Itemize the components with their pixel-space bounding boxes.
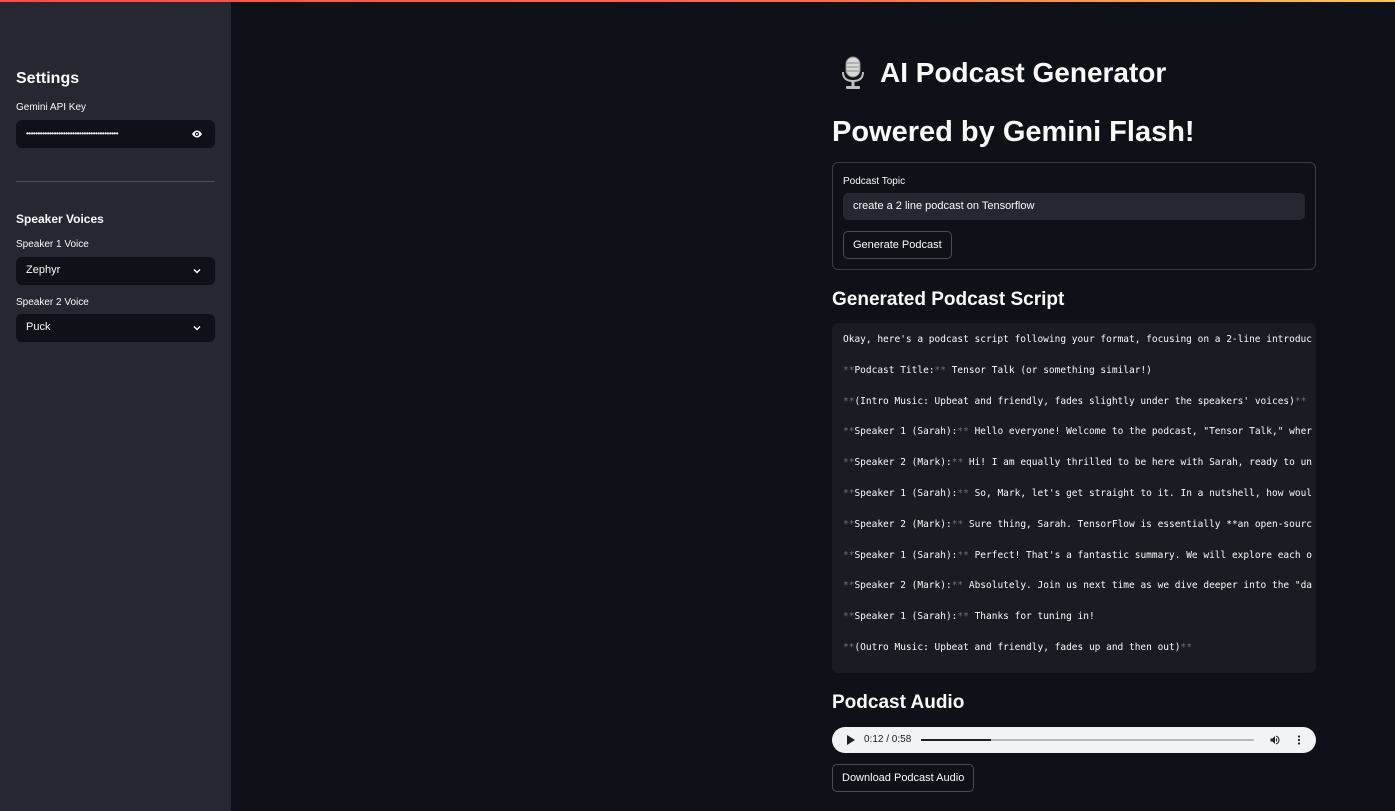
script-line-text: Hello everyone! Welcome to the podcast, … [968,426,1313,438]
audio-heading: Podcast Audio [832,692,965,713]
microphone-icon [842,56,864,89]
speaker2-voice-select[interactable]: Puck [16,314,215,342]
podcast-form: Podcast Topic create a 2 line podcast on… [832,162,1316,270]
markdown-marker: ** [843,364,855,376]
markdown-marker: ** [951,580,964,592]
script-line-bold: Speaker 1 (Sarah): [854,426,958,438]
chevron-down-icon [193,268,201,274]
script-line-bold: Speaker 1 (Sarah): [854,549,958,561]
markdown-marker: ** [843,580,855,592]
speaker2-voice-label: Speaker 2 Voice [16,297,89,308]
markdown-marker: ** [843,518,855,530]
script-line-bold: Speaker 1 (Sarah): [854,611,958,623]
play-icon[interactable] [846,735,856,745]
markdown-marker: ** [843,426,855,438]
api-key-input[interactable]: •••••••••••••••••••••••••••••••••••••••• [16,120,215,148]
audio-player[interactable]: 0:12 / 0:58 [832,727,1316,753]
script-line: Okay, here's a podcast script following … [843,334,1312,345]
script-line-text: Okay, here's a podcast script following … [843,334,1312,345]
markdown-marker: ** [934,364,946,376]
script-line-text: Perfect! That's a fantastic summary. We … [968,549,1313,561]
script-line-bold: Speaker 1 (Sarah): [854,488,958,499]
script-code-block: Okay, here's a podcast script following … [832,323,1316,673]
speaker1-voice-select[interactable]: Zephyr [16,257,215,285]
script-line-bold: Speaker 2 (Mark): [854,518,952,530]
api-key-value: •••••••••••••••••••••••••••••••••••••••• [26,129,119,138]
markdown-marker: ** [843,395,855,407]
script-heading: Generated Podcast Script [832,289,1065,310]
script-line: **Speaker 1 (Sarah):** Perfect! That's a… [843,550,1312,561]
page-subtitle: Powered by Gemini Flash! [832,116,1195,148]
podcast-topic-value: create a 2 line podcast on Tensorflow [853,200,1035,212]
podcast-topic-input[interactable]: create a 2 line podcast on Tensorflow [843,193,1305,220]
script-line-bold: Podcast Title: [854,364,935,376]
script-line-bold: (Outro Music: Upbeat and friendly, fades… [854,642,1181,653]
markdown-marker: ** [1180,642,1192,653]
speaker2-voice-value: Puck [26,321,51,333]
markdown-marker: ** [843,457,855,469]
script-line-text: Hi! I am equally thrilled to be here wit… [963,457,1313,469]
markdown-marker: ** [843,549,855,561]
sidebar-divider [16,181,215,182]
markdown-marker: ** [843,488,855,499]
audio-seek-bar[interactable] [921,739,1254,741]
markdown-marker: ** [957,611,969,623]
podcast-topic-label: Podcast Topic [843,176,906,187]
markdown-marker: ** [951,518,964,530]
eye-icon[interactable] [191,128,203,140]
script-line-text: Sure thing, Sarah. TensorFlow is essenti… [963,518,1313,530]
markdown-marker: ** [957,549,969,561]
markdown-marker: ** [843,611,855,623]
script-line-bold: Speaker 2 (Mark): [854,457,952,469]
markdown-marker: ** [951,457,964,469]
markdown-marker: ** [957,488,969,499]
script-line: **(Intro Music: Upbeat and friendly, fad… [843,396,1306,407]
speaker1-voice-label: Speaker 1 Voice [16,239,89,250]
speaker1-voice-value: Zephyr [26,264,61,276]
script-line: **Speaker 1 (Sarah):** Hello everyone! W… [843,426,1312,437]
markdown-marker: ** [843,642,855,653]
audio-progress-fill [921,739,991,741]
api-key-label: Gemini API Key [16,102,87,113]
script-line-text: Absolutely. Join us next time as we dive… [963,580,1313,592]
script-line: **Podcast Title:** Tensor Talk (or somet… [843,365,1152,376]
more-vert-icon[interactable] [1293,734,1305,746]
volume-icon[interactable] [1269,734,1281,746]
settings-heading: Settings [16,70,80,87]
script-line: **Speaker 2 (Mark):** Sure thing, Sarah.… [843,519,1312,530]
script-line-bold: (Intro Music: Upbeat and friendly, fades… [854,395,1295,407]
sidebar: Settings Gemini API Key ••••••••••••••••… [0,2,231,811]
page-title: AI Podcast Generator [880,57,1167,88]
script-line: **Speaker 1 (Sarah):** Thanks for tuning… [843,611,1095,622]
speaker-voices-heading: Speaker Voices [16,212,104,226]
script-line-text: Thanks for tuning in! [968,611,1095,623]
script-line-bold: Speaker 2 (Mark): [854,580,952,592]
markdown-marker: ** [957,426,969,438]
markdown-marker: ** [1294,395,1307,407]
chevron-down-icon [193,325,201,331]
script-line-text: So, Mark, let's get straight to it. In a… [968,488,1313,499]
audio-time: 0:12 / 0:58 [864,734,912,745]
script-line: **Speaker 2 (Mark):** Hi! I am equally t… [843,457,1312,468]
script-line-text: Tensor Talk (or something similar!) [945,364,1152,376]
script-line: **(Outro Music: Upbeat and friendly, fad… [843,642,1192,653]
generate-podcast-button[interactable]: Generate Podcast [843,231,952,259]
script-line: **Speaker 2 (Mark):** Absolutely. Join u… [843,580,1312,591]
download-podcast-audio-button[interactable]: Download Podcast Audio [832,764,975,792]
script-line: **Speaker 1 (Sarah):** So, Mark, let's g… [843,488,1312,499]
